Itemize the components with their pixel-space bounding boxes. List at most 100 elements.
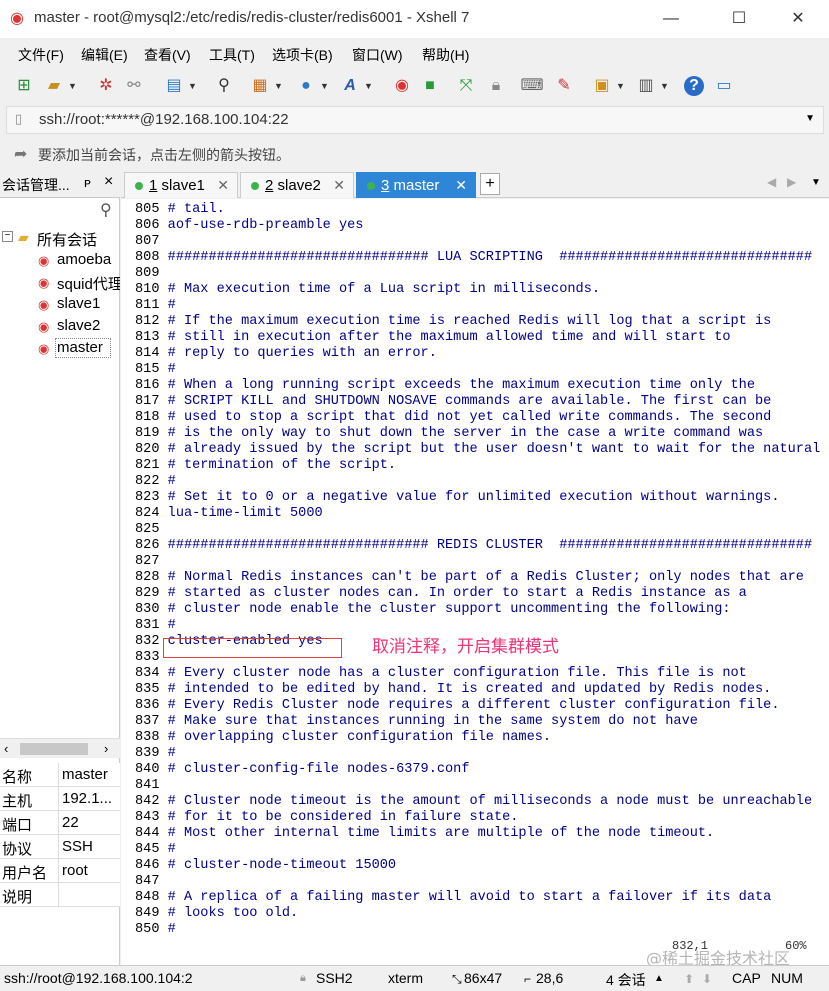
address-input[interactable]: ssh://root:******@192.168.100.104:22 (39, 111, 289, 128)
chevron-down-icon[interactable]: ▼ (68, 81, 77, 91)
property-key: 名称 (2, 769, 33, 786)
terminal-line: 806 aof-use-rdb-preamble yes (135, 218, 363, 234)
layout-icon[interactable]: ▦ (248, 74, 272, 98)
pin-icon[interactable]: ᴘ (84, 175, 91, 190)
property-row: 协议 SSH (0, 835, 120, 859)
tree-folder-all-sessions[interactable]: − ▰ 所有会话 (0, 228, 120, 250)
find-icon[interactable]: ⚲ (212, 74, 236, 98)
line-number: 811 (135, 298, 160, 313)
menu-file[interactable]: 文件(F) (18, 45, 64, 65)
menu-view[interactable]: 查看(V) (144, 45, 191, 65)
tree-item-session[interactable]: ◉ master (0, 338, 120, 360)
tab-number: 1 (149, 177, 158, 194)
session-icon: ◉ (38, 297, 50, 312)
menu-window[interactable]: 窗口(W) (352, 45, 403, 65)
xftp-icon[interactable]: ■ (418, 74, 442, 98)
chevron-down-icon[interactable]: ▼ (364, 81, 373, 91)
line-text: # cluster node enable the cluster suppor… (167, 602, 731, 617)
chevron-down-icon[interactable]: ▼ (616, 81, 625, 91)
tab-slave2[interactable]: 2 slave2 ✕ (240, 172, 354, 198)
chat-icon[interactable]: ▭ (712, 74, 736, 98)
search-icon[interactable]: ⚲ (100, 200, 112, 220)
line-number: 812 (135, 314, 160, 329)
lock-icon[interactable]: 🔒︎ (484, 74, 508, 98)
tree-item-session[interactable]: ◉ squid代理 (0, 272, 120, 294)
maximize-button[interactable]: ☐ (716, 0, 762, 38)
chevron-down-icon[interactable]: ▼ (320, 81, 329, 91)
tree-item-session[interactable]: ◉ slave2 (0, 316, 120, 338)
collapse-icon[interactable]: − (2, 231, 13, 242)
tab-slave1[interactable]: 1 slave1 ✕ (124, 172, 238, 198)
title-bar: ◉ master - root@mysql2:/etc/redis/redis-… (0, 0, 829, 38)
scroll-right-icon[interactable]: › (104, 741, 108, 756)
horizontal-scrollbar[interactable]: ‹ › (0, 738, 120, 758)
open-folder-icon[interactable]: ▰ (42, 74, 66, 98)
address-bar[interactable]: ▯ ssh://root:******@192.168.100.104:22 ▼ (6, 106, 824, 134)
terminal-line: 819 # is the only way to shut down the s… (135, 426, 763, 442)
line-number: 830 (135, 602, 160, 617)
minimize-button[interactable]: — (648, 0, 694, 38)
line-text: # Cluster node timeout is the amount of … (167, 794, 813, 809)
tab-close-icon[interactable]: ✕ (455, 177, 467, 194)
globe-icon[interactable]: ● (294, 74, 318, 98)
property-key: 说明 (2, 889, 33, 906)
tab-close-icon[interactable]: ✕ (333, 177, 345, 194)
line-number: 826 (135, 538, 160, 553)
menu-help[interactable]: 帮助(H) (422, 45, 469, 65)
fullscreen-icon[interactable]: ⤧ (454, 74, 478, 98)
down-arrow-icon[interactable]: ⬇ (702, 972, 712, 986)
terminal[interactable]: 805 # tail. 806 aof-use-rdb-preamble yes 8… (121, 199, 829, 965)
tab-next-icon[interactable]: ▶ (787, 175, 796, 189)
highlight-icon[interactable]: ✎ (552, 74, 576, 98)
status-sessions[interactable]: 4 会话 (606, 970, 646, 990)
tab-prev-icon[interactable]: ◀ (767, 175, 776, 189)
line-text: # Every cluster node has a cluster confi… (167, 666, 747, 681)
menu-tabs[interactable]: 选项卡(B) (272, 45, 333, 65)
scrollbar-thumb[interactable] (20, 743, 88, 755)
terminal-line: 829 # started as cluster nodes can. In o… (135, 586, 747, 602)
line-number: 831 (135, 618, 160, 633)
line-text: aof-use-rdb-preamble yes (167, 218, 364, 233)
line-number: 834 (135, 666, 160, 681)
status-protocol: SSH2 (316, 970, 353, 986)
chevron-down-icon[interactable]: ▼ (660, 81, 669, 91)
folder-icon: ▰ (18, 229, 29, 245)
help-icon[interactable]: ? (684, 76, 704, 96)
menu-edit[interactable]: 编辑(E) (81, 45, 128, 65)
tab-list-icon[interactable]: ▼ (811, 177, 821, 188)
tree-item-session[interactable]: ◉ slave1 (0, 294, 120, 316)
terminal-line: 839 # (135, 746, 176, 762)
tab-master[interactable]: 3 master ✕ (356, 172, 476, 198)
line-text: # A replica of a failing master will avo… (167, 890, 772, 905)
chevron-down-icon[interactable]: ▼ (274, 81, 283, 91)
connect-icon[interactable]: ✲ (94, 74, 118, 98)
tab-close-icon[interactable]: ✕ (217, 177, 229, 194)
sessions-up-icon[interactable]: ▲ (654, 973, 664, 984)
add-folder-icon[interactable]: ▣ (590, 74, 614, 98)
property-row: 名称 master (0, 763, 120, 787)
tile-icon[interactable]: ▥ (634, 74, 658, 98)
new-tab-button[interactable]: + (480, 173, 500, 195)
menu-tools[interactable]: 工具(T) (209, 45, 255, 65)
chevron-down-icon[interactable]: ▼ (188, 81, 197, 91)
tab-label: slave2 (277, 177, 321, 194)
status-cursor: 28,6 (536, 970, 564, 986)
property-value: 192.1... (62, 790, 113, 807)
up-arrow-icon[interactable]: ⬆ (684, 972, 694, 986)
close-panel-icon[interactable]: × (104, 173, 113, 191)
font-icon[interactable]: A (338, 74, 362, 98)
keyboard-icon[interactable]: ⌨ (520, 74, 544, 98)
close-button[interactable]: ✕ (775, 0, 821, 38)
disconnect-icon[interactable]: ⚯ (122, 74, 146, 98)
arrow-icon[interactable]: ➦ (14, 144, 27, 164)
scroll-left-icon[interactable]: ‹ (4, 741, 8, 756)
xshell-icon[interactable]: ◉ (390, 74, 414, 98)
terminal-line: 807 (135, 234, 168, 250)
terminal-line: 835 # intended to be edited by hand. It … (135, 682, 771, 698)
properties-icon[interactable]: ▤ (162, 74, 186, 98)
tree-item-session[interactable]: ◉ amoeba (0, 250, 120, 272)
address-dropdown-icon[interactable]: ▼ (805, 113, 815, 124)
line-number: 814 (135, 346, 160, 361)
line-text: # intended to be edited by hand. It is c… (167, 682, 772, 697)
new-session-icon[interactable]: ⊞ (12, 74, 36, 98)
